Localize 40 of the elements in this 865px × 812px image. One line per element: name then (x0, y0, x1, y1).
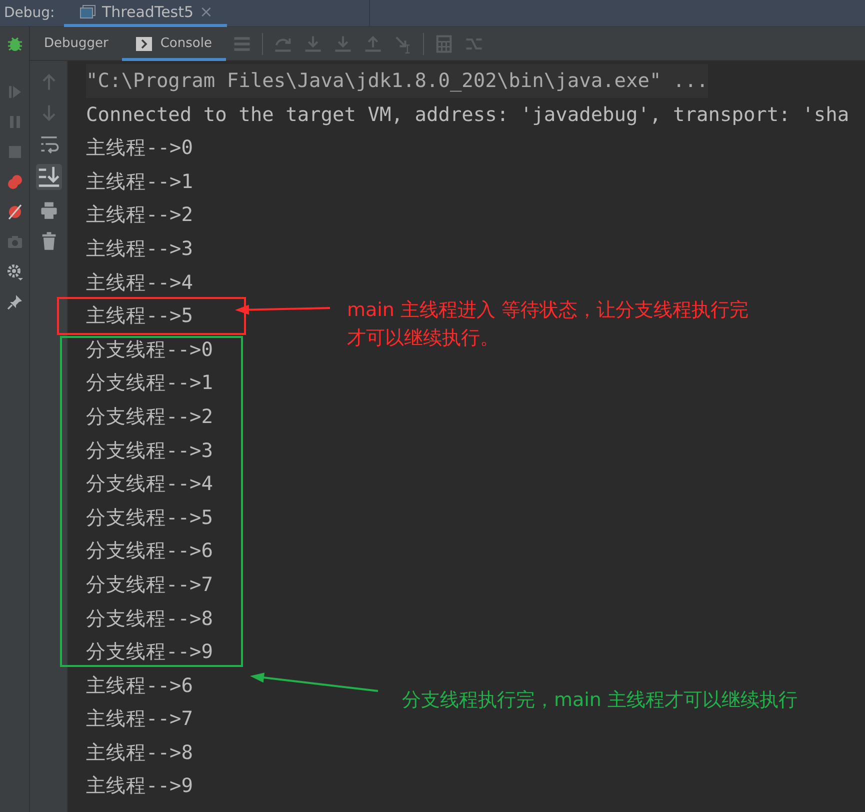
console-line: 分支线程-->6 (86, 539, 213, 562)
console-line: 主线程-->2 (86, 203, 193, 226)
settings-icon[interactable] (6, 263, 24, 281)
step-into-icon[interactable] (302, 34, 323, 54)
mute-breakpoints-icon[interactable] (6, 203, 24, 221)
console-line: 分支线程-->4 (86, 472, 213, 496)
console-line: 分支线程-->5 (86, 506, 213, 529)
panel-tab[interactable]: Debugger (30, 26, 122, 60)
annotation-text: 分支线程执行完，main 主线程才可以继续执行 (402, 688, 798, 713)
console-line: 分支线程-->1 (86, 371, 213, 394)
calculator-icon[interactable] (434, 34, 454, 54)
panel-tab[interactable]: Console (122, 26, 226, 60)
window-icon (80, 4, 96, 18)
breakpoints-icon[interactable] (6, 173, 24, 191)
annotation-text: main 主线程进入 等待状态，让分支线程执行完 才可以继续执行。 (347, 298, 749, 351)
console-icon (136, 36, 152, 50)
force-step-into-icon[interactable] (332, 34, 353, 54)
panel-label: Debug: (3, 5, 56, 21)
console-line: Connected to the target VM, address: 'javadebug', transport: 'sha (86, 102, 850, 126)
console-line: 主线程-->3 (86, 236, 193, 260)
console-line: 主线程-->5 (86, 304, 193, 328)
console-line: 分支线程-->7 (86, 572, 213, 596)
console-line: 分支线程-->3 (86, 438, 213, 462)
step-out-icon[interactable] (362, 34, 383, 54)
console-line: 主线程-->6 (86, 674, 193, 697)
scroll-to-end-icon[interactable] (36, 164, 62, 190)
console-line: 主线程-->9 (86, 774, 193, 798)
bug-icon[interactable] (6, 35, 24, 53)
console-line: 主线程-->8 (86, 740, 193, 764)
console-line: 分支线程-->8 (86, 606, 213, 630)
camera-icon[interactable] (6, 233, 24, 251)
printer-icon[interactable] (38, 199, 58, 221)
console-line: 主线程-->1 (86, 170, 193, 193)
console-line: 分支线程-->9 (86, 640, 213, 664)
console-line: 主线程-->7 (86, 707, 193, 730)
console-line: 主线程-->0 (86, 136, 193, 160)
pin-icon[interactable] (6, 293, 24, 311)
console-line: 分支线程-->0 (86, 338, 213, 361)
console-line: 分支线程-->2 (86, 404, 213, 428)
console-line: 主线程-->4 (86, 270, 193, 294)
